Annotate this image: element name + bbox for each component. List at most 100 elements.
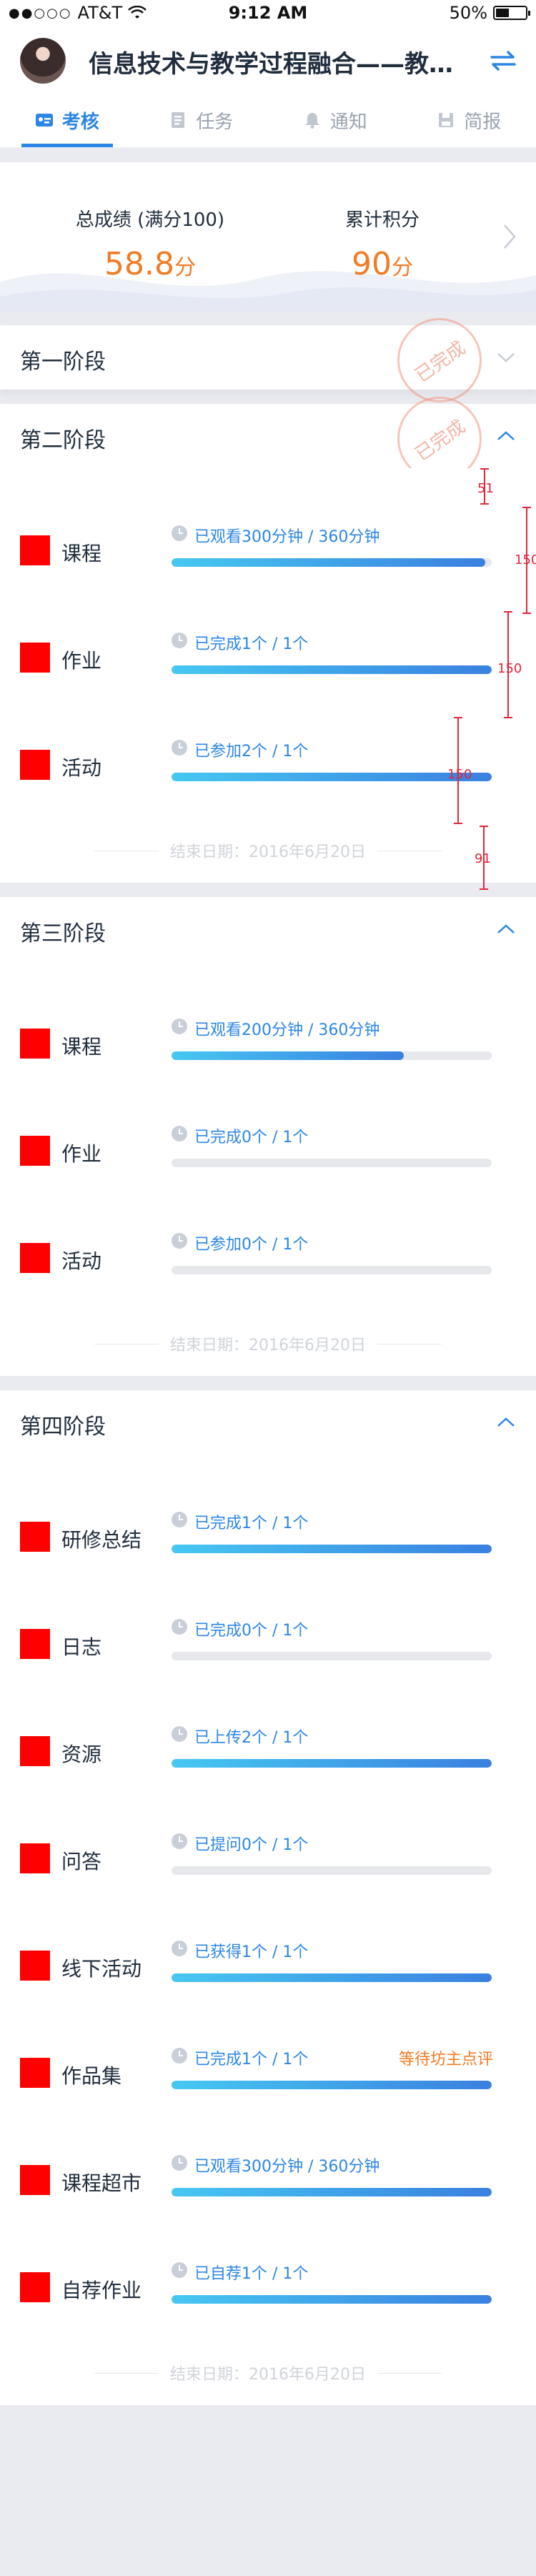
clock-icon [172,2155,187,2171]
progress-bar [172,773,492,781]
item-note: 等待坊主点评 [398,2051,493,2069]
tab-label: 任务 [196,111,234,133]
item-progress-text: 已参加0个 / 1个 [194,1236,309,1254]
total-score-value: 58.8 [104,246,174,282]
stage-3-header[interactable]: 第三阶段 [0,897,536,961]
item-label: 资源 [61,1743,102,1766]
progress-bar [172,1159,492,1167]
clock-icon [172,1512,187,1527]
total-score-label: 总成绩 (满分100) [75,209,225,231]
assessment-item[interactable]: 自荐作业 已自荐1个 / 1个 [0,2234,536,2341]
assessment-item[interactable]: 作业 已完成1个 / 1个 [0,604,536,711]
item-progress-text: 已上传2个 / 1个 [194,1729,309,1747]
item-marker [20,2272,50,2302]
total-score: 总成绩 (满分100) 58.8分 [50,205,250,282]
progress-bar [172,558,492,567]
clock-icon [172,1726,187,1742]
item-marker [20,535,50,565]
stage-1-header[interactable]: 第一阶段 已完成 [0,318,536,402]
tab-label: 考核 [61,111,99,133]
item-progress-text: 已获得1个 / 1个 [194,1943,309,1961]
measure-label: 150 [447,767,472,782]
clock-icon [172,1619,187,1635]
tab-bar: 考核 任务 通知 简报 [0,93,536,148]
progress-fill [172,1051,404,1060]
status-bar: ●●○○○ AT&T 9:12 AM 50% [0,0,536,29]
item-marker [20,2058,50,2088]
tab-label: 通知 [329,111,367,133]
stage-2-body: 课程 已观看300分钟 / 360分钟作业 已完成1个 / 1个 活动 已参加2个 / … [0,468,536,890]
avatar[interactable] [20,38,66,84]
clock-icon [172,2048,187,2064]
assessment-item[interactable]: 资源 已上传2个 / 1个 [0,1698,536,1805]
clock-icon [172,1941,187,1956]
app-header: 信息技术与教学过程融合——教... [0,29,536,93]
stage-4-header[interactable]: 第四阶段 [0,1390,536,1455]
battery-icon [493,6,530,20]
item-marker [20,1736,50,1766]
assessment-item[interactable]: 研修总结 已完成1个 / 1个 [0,1483,536,1590]
progress-fill [172,1545,492,1553]
item-progress-text: 已完成0个 / 1个 [194,1129,309,1146]
assessment-item[interactable]: 课程超市 已观看300分钟 / 360分钟 [0,2126,536,2234]
progress-fill [172,2081,492,2089]
completed-stamp: 已完成 [397,318,482,402]
progress-bar [172,1759,492,1768]
assessment-item[interactable]: 作业 已完成0个 / 1个 [0,1097,536,1204]
progress-bar [172,1866,492,1875]
end-date: 结束日期：2016年6月20日 [0,2341,536,2405]
progress-fill [172,773,492,781]
switch-icon[interactable] [489,49,517,73]
bell-icon [304,113,319,129]
progress-bar [172,1266,492,1274]
clock-icon [172,1019,187,1034]
points-label: 累计积分 [344,209,420,231]
progress-fill [172,2188,492,2196]
progress-bar [172,1545,492,1553]
item-marker [20,1029,50,1059]
assessment-item[interactable]: 课程 已观看200分钟 / 360分钟 [0,990,536,1097]
assessment-item[interactable]: 问答 已提问0个 / 1个 [0,1805,536,1912]
item-marker [20,1629,50,1659]
stage-2-header[interactable]: 第二阶段 已完成 [0,397,536,481]
assessment-item[interactable]: 活动 已参加2个 / 1个 [0,711,536,818]
item-marker [20,643,50,673]
stage-title: 第二阶段 [20,428,106,453]
item-marker [20,1136,50,1166]
tab-assessment[interactable]: 考核 [0,93,134,147]
battery-percent: 50% [449,3,487,23]
tab-notices[interactable]: 通知 [268,93,402,147]
assessment-item[interactable]: 线下活动 已获得1个 / 1个 [0,1912,536,2019]
item-progress-text: 已观看200分钟 / 360分钟 [194,1021,380,1039]
measure-label: 150 [515,553,536,568]
item-label: 问答 [61,1850,102,1873]
clock-icon [172,525,187,541]
item-progress-text: 已观看300分钟 / 360分钟 [194,528,380,546]
clock-icon [172,740,187,756]
assessment-item[interactable]: 活动 已参加0个 / 1个 [0,1204,536,1312]
item-marker [20,1843,50,1873]
progress-bar [172,2188,492,2196]
points-unit: 分 [392,255,413,280]
item-marker [20,1522,50,1552]
assessment-item[interactable]: 日志 已完成0个 / 1个 [0,1590,536,1698]
item-label: 课程 [61,542,102,565]
item-progress-text: 已完成1个 / 1个 [194,2051,309,2069]
clock-icon [172,1126,187,1141]
assessment-item[interactable]: 课程 已观看300分钟 / 360分钟 [0,497,536,604]
clock-icon [172,2262,187,2278]
tab-briefs[interactable]: 简报 [402,93,536,147]
assessment-item[interactable]: 作品集 已完成1个 / 1个 等待坊主点评 [0,2019,536,2126]
progress-bar [172,2295,492,2304]
score-card[interactable]: 总成绩 (满分100) 58.8分 累计积分 90分 [0,162,536,311]
stage-title: 第三阶段 [20,921,106,946]
chevron-down-icon [497,353,515,362]
clock-icon [172,633,187,648]
tab-tasks[interactable]: 任务 [134,93,269,147]
item-progress-text: 已完成0个 / 1个 [194,1622,309,1640]
item-label: 自荐作业 [61,2279,142,2302]
save-icon [439,113,454,127]
item-marker [20,750,50,780]
progress-fill [172,1759,492,1768]
item-label: 活动 [61,756,102,780]
